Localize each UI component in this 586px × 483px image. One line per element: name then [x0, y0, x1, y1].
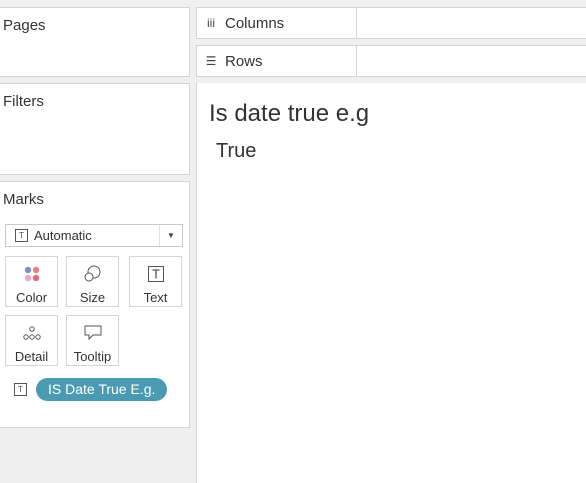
pages-title: Pages: [3, 17, 46, 34]
size-button[interactable]: Size: [66, 256, 119, 307]
rows-shelf[interactable]: ☰ Rows: [196, 45, 586, 77]
detail-button[interactable]: Detail: [5, 315, 58, 366]
size-label: Size: [79, 290, 106, 305]
text-encoding-icon[interactable]: T: [14, 382, 27, 396]
detail-icon: [6, 324, 57, 342]
columns-label: Columns: [225, 14, 285, 32]
viz-value[interactable]: True: [216, 140, 256, 163]
color-button[interactable]: Color: [5, 256, 58, 307]
mark-type-dropdown[interactable]: T Automatic ▼: [5, 224, 183, 247]
marks-card: Marks T Automatic ▼ Color Size Text Deta…: [0, 181, 190, 428]
chevron-down-icon[interactable]: ▼: [159, 225, 182, 246]
columns-shelf[interactable]: iii Columns: [196, 7, 586, 39]
tooltip-label: Tooltip: [73, 349, 112, 364]
detail-label: Detail: [14, 349, 49, 364]
columns-icon: iii: [207, 16, 215, 30]
text-button[interactable]: Text: [129, 256, 182, 307]
pages-card[interactable]: Pages: [0, 7, 190, 77]
tooltip-button[interactable]: Tooltip: [66, 315, 119, 366]
viz-canvas[interactable]: Is date true e.g True: [196, 83, 586, 483]
viz-title: Is date true e.g: [209, 100, 370, 127]
tooltip-icon: [67, 324, 118, 342]
mark-type-value: Automatic: [34, 228, 92, 243]
rows-label: Rows: [225, 52, 263, 70]
text-mark-icon: T: [15, 229, 28, 242]
rows-shelf-label: ☰ Rows: [197, 46, 357, 76]
filters-title: Filters: [3, 93, 44, 110]
color-palette-icon: [6, 265, 57, 283]
rows-icon: ☰: [205, 54, 217, 68]
marks-title: Marks: [3, 191, 44, 208]
filters-card[interactable]: Filters: [0, 83, 190, 175]
text-icon: [130, 265, 181, 283]
text-label: Text: [143, 290, 168, 305]
field-pill[interactable]: IS Date True E.g.: [36, 377, 168, 401]
marks-field-row: T IS Date True E.g.: [14, 377, 168, 401]
columns-shelf-label: iii Columns: [197, 8, 357, 38]
color-label: Color: [15, 290, 48, 305]
size-icon: [67, 265, 118, 283]
